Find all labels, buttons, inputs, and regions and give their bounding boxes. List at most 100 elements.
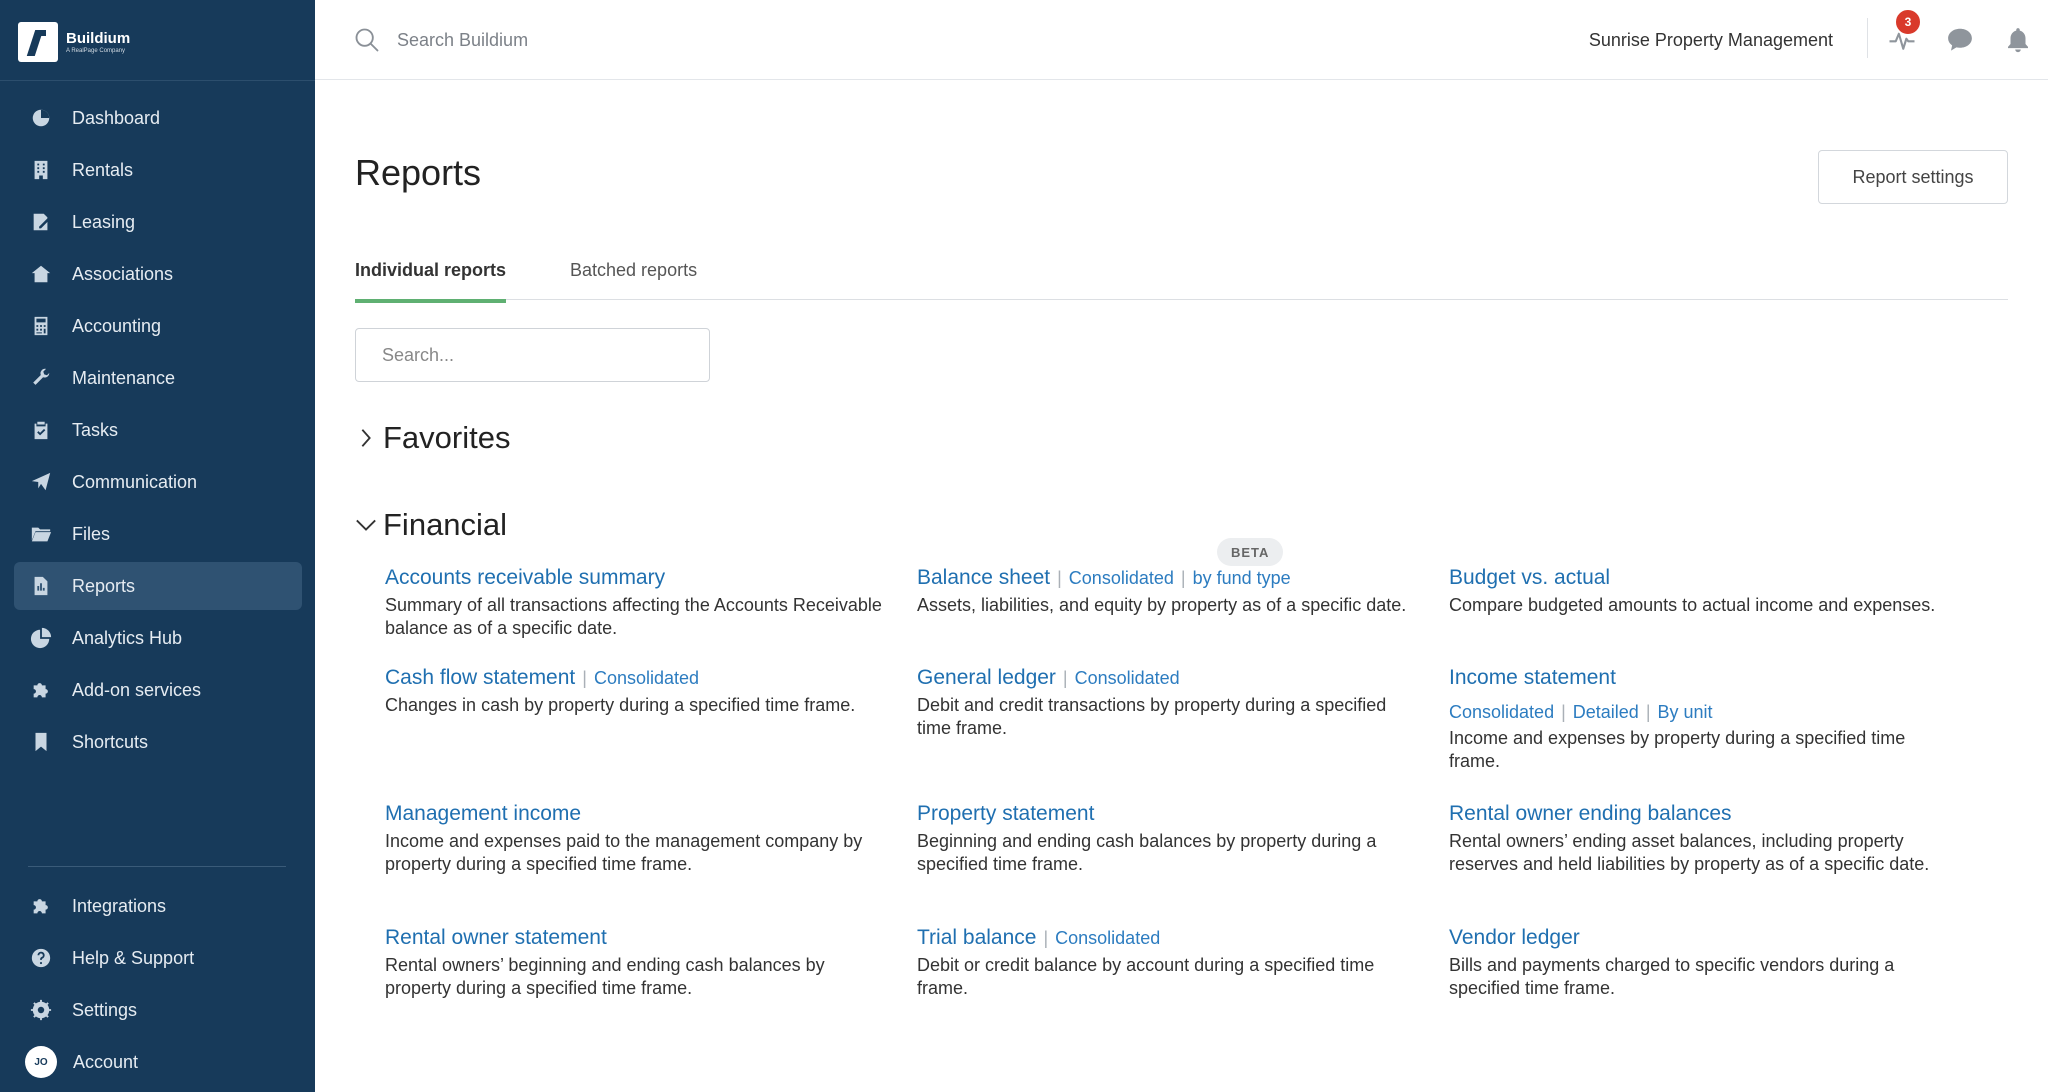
sidebar-item-accounting[interactable]: Accounting: [14, 302, 302, 350]
puzzle-icon: [30, 895, 52, 917]
report-link[interactable]: Cash flow statement: [385, 666, 575, 690]
report-description: Summary of all transactions affecting th…: [385, 595, 882, 638]
report-description: Rental owners’ beginning and ending cash…: [385, 955, 825, 998]
sidebar: Buildium A RealPage Company Dashboard Ren…: [0, 0, 315, 1092]
sidebar-divider: [0, 80, 315, 81]
report-link[interactable]: Accounts receivable summary: [385, 566, 665, 590]
sidebar-item-integrations[interactable]: Integrations: [14, 882, 302, 930]
sidebar-item-label: Leasing: [72, 211, 136, 232]
report-link[interactable]: Trial balance: [917, 926, 1036, 950]
pie-chart-icon: [30, 627, 52, 649]
sidebar-item-leasing[interactable]: Leasing: [14, 198, 302, 246]
variant-separator: |: [1645, 702, 1651, 722]
report-variant-link[interactable]: Consolidated: [1055, 928, 1160, 949]
financial-section-toggle[interactable]: Financial: [355, 507, 507, 543]
report-description: Bills and payments charged to specific v…: [1449, 955, 1895, 998]
company-name[interactable]: Sunrise Property Management: [1589, 30, 1833, 51]
page-title: Reports: [355, 152, 482, 193]
search-icon: [355, 28, 379, 52]
report-link[interactable]: Income statement: [1449, 666, 1616, 690]
tab-batched-reports[interactable]: Batched reports: [570, 260, 697, 299]
sidebar-item-communication[interactable]: Communication: [14, 458, 302, 506]
sidebar-item-reports[interactable]: Reports: [14, 562, 302, 610]
report-link[interactable]: Rental owner ending balances: [1449, 802, 1732, 826]
sidebar-item-label: Analytics Hub: [72, 627, 183, 648]
sidebar-item-help-support[interactable]: Help & Support: [14, 934, 302, 982]
report-variant-link[interactable]: Consolidated: [1449, 702, 1554, 723]
sidebar-item-dashboard[interactable]: Dashboard: [14, 94, 302, 142]
report-variant-link[interactable]: Consolidated: [594, 668, 699, 689]
report-item: General ledger | Consolidated Debit and cre…: [917, 666, 1417, 740]
report-variant-link[interactable]: Consolidated: [1069, 568, 1174, 589]
buildium-logo-icon: [18, 22, 58, 62]
variant-separator: |: [582, 668, 587, 688]
chevron-right-icon: [361, 429, 371, 447]
messages-button[interactable]: [1944, 24, 1976, 56]
variant-separator: |: [1180, 568, 1186, 588]
folder-icon: [30, 523, 52, 545]
report-item: Vendor ledger Bills and payments charged …: [1449, 926, 1949, 1000]
sidebar-item-label: Settings: [72, 999, 138, 1020]
sidebar-bottom-divider: [28, 866, 286, 867]
report-link[interactable]: Property statement: [917, 802, 1094, 826]
favorites-section-toggle[interactable]: Favorites: [355, 420, 510, 456]
report-link[interactable]: General ledger: [917, 666, 1056, 690]
report-variant-link[interactable]: Detailed: [1573, 702, 1639, 723]
report-description: Changes in cash by property during a spe…: [385, 695, 856, 715]
sidebar-item-label: Rentals: [72, 159, 134, 180]
help-icon: [30, 947, 52, 969]
sidebar-item-associations[interactable]: Associations: [14, 250, 302, 298]
report-link[interactable]: Management income: [385, 802, 581, 826]
sidebar-item-files[interactable]: Files: [14, 510, 302, 558]
sidebar-bottom-nav: Integrations Help & Support Settings JO Acco…: [14, 882, 302, 1090]
sidebar-item-add-on-services[interactable]: Add-on services: [14, 666, 302, 714]
activity-button[interactable]: 3: [1886, 8, 1922, 56]
sidebar-item-shortcuts[interactable]: Shortcuts: [14, 718, 302, 766]
sidebar-item-label: Integrations: [72, 895, 167, 916]
report-item: Property statement Beginning and ending c…: [917, 802, 1417, 876]
notifications-button[interactable]: [2002, 24, 2034, 56]
sidebar-item-analytics-hub[interactable]: Analytics Hub: [14, 614, 302, 662]
report-link[interactable]: Budget vs. actual: [1449, 566, 1610, 590]
report-link[interactable]: Vendor ledger: [1449, 926, 1580, 950]
sidebar-item-rentals[interactable]: Rentals: [14, 146, 302, 194]
report-icon: [30, 575, 52, 597]
variant-separator: |: [1561, 702, 1566, 722]
report-link[interactable]: Balance sheet: [917, 566, 1050, 590]
calculator-icon: [30, 315, 52, 337]
clipboard-icon: [30, 419, 52, 441]
brand-name: Buildium: [66, 29, 131, 47]
report-variant-link[interactable]: By unit: [1658, 702, 1713, 723]
report-item: Rental owner statement Rental owners’ beg…: [385, 926, 885, 1000]
report-link[interactable]: Rental owner statement: [385, 926, 607, 950]
report-search-input[interactable]: [355, 328, 710, 382]
house-icon: [30, 263, 52, 285]
report-item: Budget vs. actual Compare budgeted amount…: [1449, 566, 1949, 617]
sidebar-item-label: Dashboard: [72, 107, 161, 128]
sidebar-item-label: Account: [73, 1051, 139, 1072]
chat-bubble-icon: [1948, 28, 1972, 51]
global-search-input[interactable]: [397, 29, 797, 51]
report-item: Rental owner ending balances Rental owner…: [1449, 802, 1949, 876]
beta-badge: BETA: [1217, 538, 1284, 566]
report-description: Debit or credit balance by account durin…: [917, 955, 1375, 998]
sidebar-item-maintenance[interactable]: Maintenance: [14, 354, 302, 402]
sidebar-item-tasks[interactable]: Tasks: [14, 406, 302, 454]
brand-tagline: A RealPage Company: [66, 47, 126, 54]
report-settings-button[interactable]: Report settings: [1818, 150, 2008, 204]
buildium-logo[interactable]: Buildium A RealPage Company: [18, 22, 130, 62]
sidebar-item-settings[interactable]: Settings: [14, 986, 302, 1034]
report-variant-link[interactable]: Consolidated: [1075, 668, 1180, 689]
sidebar-item-account[interactable]: JO Account: [14, 1038, 302, 1086]
sidebar-item-label: Accounting: [72, 315, 162, 336]
dashboard-icon: [30, 107, 52, 129]
bell-icon: [2008, 28, 2028, 53]
global-search[interactable]: [353, 26, 797, 54]
tab-individual-reports[interactable]: Individual reports: [355, 260, 507, 303]
report-variant-link[interactable]: by fund type: [1193, 568, 1291, 589]
report-description: Rental owners’ ending asset balances, in…: [1449, 831, 1930, 874]
sidebar-item-label: Maintenance: [72, 367, 176, 388]
variant-separator: |: [1043, 928, 1049, 948]
report-tabs: Individual reports Batched reports: [355, 248, 2008, 303]
report-description: Debit and credit transactions by propert…: [917, 695, 1387, 738]
